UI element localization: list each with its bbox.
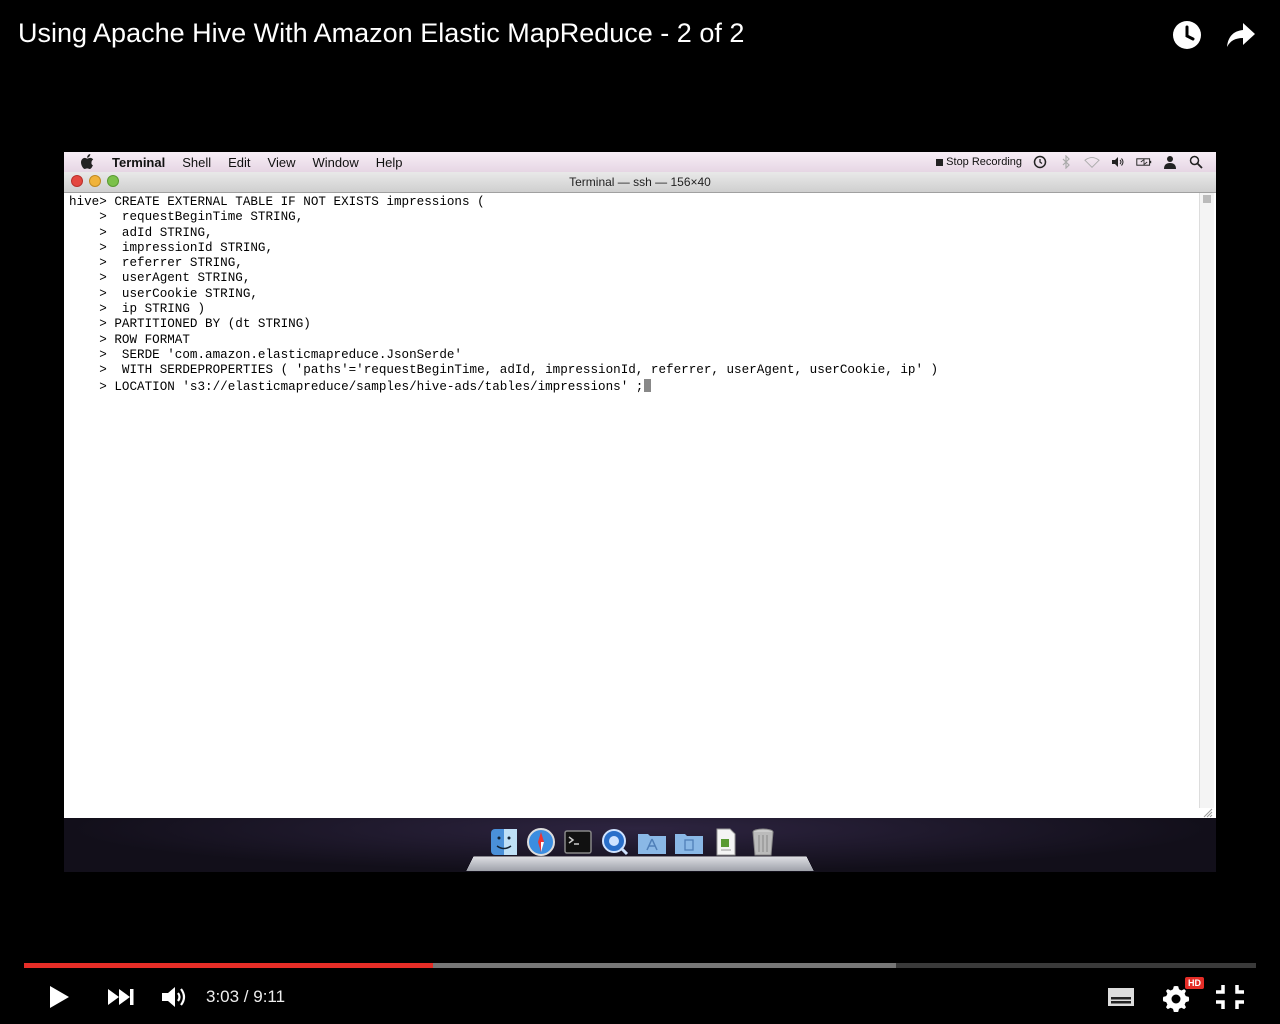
terminal-line: > ROW FORMAT <box>69 332 190 347</box>
terminal-line: > SERDE 'com.amazon.elasticmapreduce.Jso… <box>69 347 462 362</box>
settings-button[interactable]: HD <box>1156 975 1204 1019</box>
battery-icon[interactable] <box>1136 155 1152 169</box>
finder-icon[interactable] <box>488 826 520 858</box>
apple-icon[interactable] <box>80 154 98 170</box>
terminal-line: > referrer STRING, <box>69 256 243 271</box>
menu-help[interactable]: Help <box>376 155 403 170</box>
document-icon[interactable] <box>710 826 742 858</box>
terminal-content[interactable]: hive> CREATE EXTERNAL TABLE IF NOT EXIST… <box>64 193 1196 808</box>
applications-folder-icon[interactable] <box>636 826 668 858</box>
safari-icon[interactable] <box>525 826 557 858</box>
terminal-line: > WITH SERDEPROPERTIES ( 'paths'='reques… <box>69 363 939 378</box>
resize-grip-icon[interactable] <box>1203 805 1213 818</box>
terminal-line: > impressionId STRING, <box>69 240 274 255</box>
hd-badge: HD <box>1185 977 1204 989</box>
terminal-line: > ip STRING ) <box>69 302 206 317</box>
menu-edit[interactable]: Edit <box>228 155 250 170</box>
player-controls: 3:03 / 9:11 HD <box>0 975 1280 1019</box>
video-frame[interactable]: Terminal Shell Edit View Window Help Sto… <box>64 152 1216 872</box>
dock <box>466 826 814 872</box>
terminal-line: > requestBeginTime STRING, <box>69 210 304 225</box>
terminal-scrollbar[interactable] <box>1199 193 1214 808</box>
terminal-line: > userCookie STRING, <box>69 286 258 301</box>
exit-fullscreen-button[interactable] <box>1210 975 1250 1019</box>
captions-button[interactable] <box>1103 975 1139 1019</box>
time-machine-icon[interactable] <box>1032 155 1048 169</box>
trash-icon[interactable] <box>747 826 779 858</box>
next-button[interactable] <box>102 975 140 1019</box>
mac-menubar: Terminal Shell Edit View Window Help Sto… <box>64 152 1216 172</box>
menu-window[interactable]: Window <box>313 155 359 170</box>
menubar-status-area: Stop Recording <box>936 152 1204 172</box>
wifi-icon[interactable] <box>1084 155 1100 169</box>
top-actions <box>1170 18 1258 52</box>
video-progress-bar[interactable] <box>24 963 1256 968</box>
terminal-line: > adId STRING, <box>69 225 213 240</box>
menu-shell[interactable]: Shell <box>182 155 211 170</box>
menu-view[interactable]: View <box>268 155 296 170</box>
volume-icon[interactable] <box>1110 155 1126 169</box>
stop-recording-item[interactable]: Stop Recording <box>936 156 1022 168</box>
played-progress <box>24 963 434 968</box>
desktop-background <box>64 818 1216 872</box>
dock-shelf <box>466 856 814 872</box>
spotlight-search-icon[interactable] <box>1188 155 1204 169</box>
watch-later-icon[interactable] <box>1170 18 1204 52</box>
documents-folder-icon[interactable] <box>673 826 705 858</box>
terminal-icon[interactable] <box>562 826 594 858</box>
stop-recording-label: Stop Recording <box>946 156 1022 168</box>
terminal-window-title: Terminal — ssh — 156×40 <box>569 175 711 189</box>
menu-terminal[interactable]: Terminal <box>112 155 165 170</box>
stop-square-icon <box>936 158 944 166</box>
scroll-up-arrow-icon[interactable] <box>1203 195 1211 203</box>
bluetooth-icon[interactable] <box>1058 155 1074 169</box>
terminal-line: > PARTITIONED BY (dt STRING) <box>69 317 311 332</box>
terminal-last-line: > LOCATION 's3://elasticmapreduce/sample… <box>69 378 1196 394</box>
terminal-window[interactable]: Terminal — ssh — 156×40 hive> CREATE EXT… <box>64 172 1216 818</box>
terminal-line: hive> CREATE EXTERNAL TABLE IF NOT EXIST… <box>69 195 485 209</box>
user-icon[interactable] <box>1162 155 1178 169</box>
terminal-line: > userAgent STRING, <box>69 271 251 286</box>
video-title: Using Apache Hive With Amazon Elastic Ma… <box>18 18 745 48</box>
time-display: 3:03 / 9:11 <box>206 987 286 1006</box>
share-icon[interactable] <box>1224 18 1258 52</box>
play-button[interactable] <box>40 975 78 1019</box>
quicktime-icon[interactable] <box>599 826 631 858</box>
volume-button[interactable] <box>156 975 192 1019</box>
text-cursor <box>644 378 652 392</box>
terminal-line-text: > LOCATION 's3://elasticmapreduce/sample… <box>69 379 644 394</box>
terminal-titlebar[interactable]: Terminal — ssh — 156×40 <box>64 172 1216 193</box>
